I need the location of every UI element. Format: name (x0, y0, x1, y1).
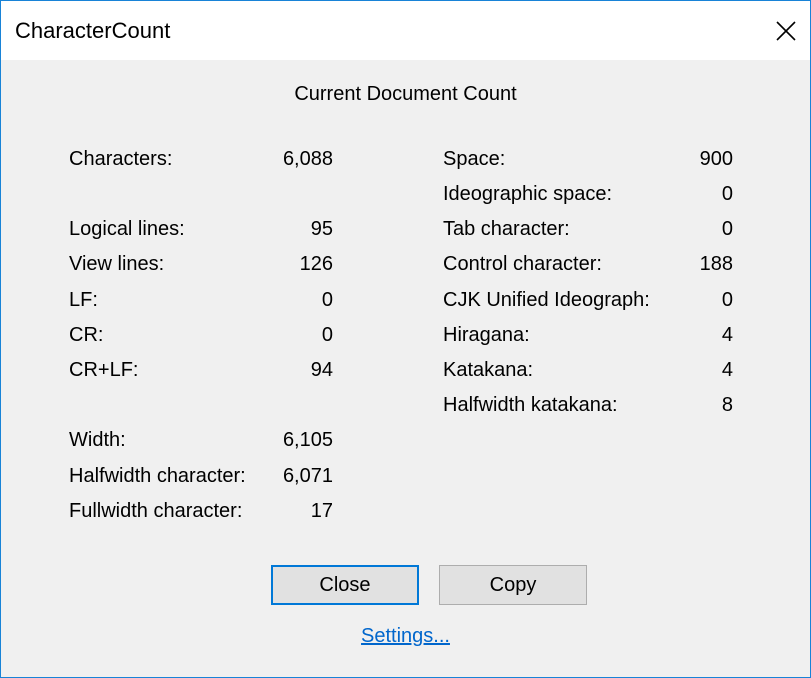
stat-label: CR+LF: (69, 359, 139, 381)
stat-label: Ideographic space: (443, 183, 613, 205)
stat-halfwidth-character: Halfwidth character: 6,071 (69, 465, 333, 493)
stat-logical-lines: Logical lines: 95 (69, 218, 333, 246)
stat-space: Space: 900 (443, 148, 733, 176)
stat-label: Hiragana: (443, 324, 530, 346)
stat-label: View lines: (69, 253, 165, 275)
stat-value: 0 (721, 289, 733, 311)
stat-width: Width: 6,105 (69, 429, 333, 457)
window-title: CharacterCount (15, 18, 171, 43)
character-count-dialog: CharacterCount Current Document Count Ch… (0, 0, 811, 678)
stat-value: 6,105 (282, 429, 333, 451)
stat-halfwidth-katakana: Halfwidth katakana: 8 (443, 394, 733, 422)
stat-value: 94 (310, 359, 333, 381)
stat-label: CJK Unified Ideograph: (443, 289, 650, 311)
stat-value: 0 (721, 218, 733, 240)
stat-label: Logical lines: (69, 218, 185, 240)
stat-lf: LF: 0 (69, 289, 333, 317)
stat-tab-character: Tab character: 0 (443, 218, 733, 246)
stat-hiragana: Hiragana: 4 (443, 324, 733, 352)
close-icon (776, 20, 796, 41)
stat-value: 6,088 (282, 148, 333, 170)
copy-button[interactable]: Copy (439, 565, 587, 605)
stat-label: Space: (443, 148, 506, 170)
stat-label: Halfwidth katakana: (443, 394, 618, 416)
stat-label: Katakana: (443, 359, 534, 381)
stat-cr: CR: 0 (69, 324, 333, 352)
title-bar: CharacterCount (1, 1, 810, 60)
stat-label: Control character: (443, 253, 602, 275)
stat-control-character: Control character: 188 (443, 253, 733, 281)
stat-value: 6,071 (282, 465, 333, 487)
dialog-heading: Current Document Count (294, 83, 517, 105)
stat-value: 126 (299, 253, 333, 275)
settings-link[interactable]: Settings... (1, 625, 810, 648)
close-button[interactable]: Close (271, 565, 419, 605)
stat-value: 188 (699, 253, 733, 275)
stat-katakana: Katakana: 4 (443, 359, 733, 387)
stat-ideographic-space: Ideographic space: 0 (443, 183, 733, 211)
stat-value: 0 (321, 289, 333, 311)
stat-label: LF: (69, 289, 98, 311)
stat-fullwidth-character: Fullwidth character: 17 (69, 500, 333, 528)
stat-label: Fullwidth character: (69, 500, 243, 522)
stat-view-lines: View lines: 126 (69, 253, 333, 281)
stat-cjk-unified-ideograph: CJK Unified Ideograph: 0 (443, 289, 733, 317)
stat-crlf: CR+LF: 94 (69, 359, 333, 387)
stat-value: 0 (321, 324, 333, 346)
stat-label: Halfwidth character: (69, 465, 246, 487)
stat-value: 95 (310, 218, 333, 240)
close-window-button[interactable] (762, 1, 810, 60)
stat-value: 17 (310, 500, 333, 522)
stat-value: 0 (721, 183, 733, 205)
stat-label: Characters: (69, 148, 173, 170)
stat-characters: Characters: 6,088 (69, 148, 333, 176)
stat-value: 8 (721, 394, 733, 416)
stat-label: CR: (69, 324, 104, 346)
stat-value: 4 (721, 324, 733, 346)
stat-label: Tab character: (443, 218, 570, 240)
stat-label: Width: (69, 429, 126, 451)
stat-value: 4 (721, 359, 733, 381)
stat-value: 900 (699, 148, 733, 170)
